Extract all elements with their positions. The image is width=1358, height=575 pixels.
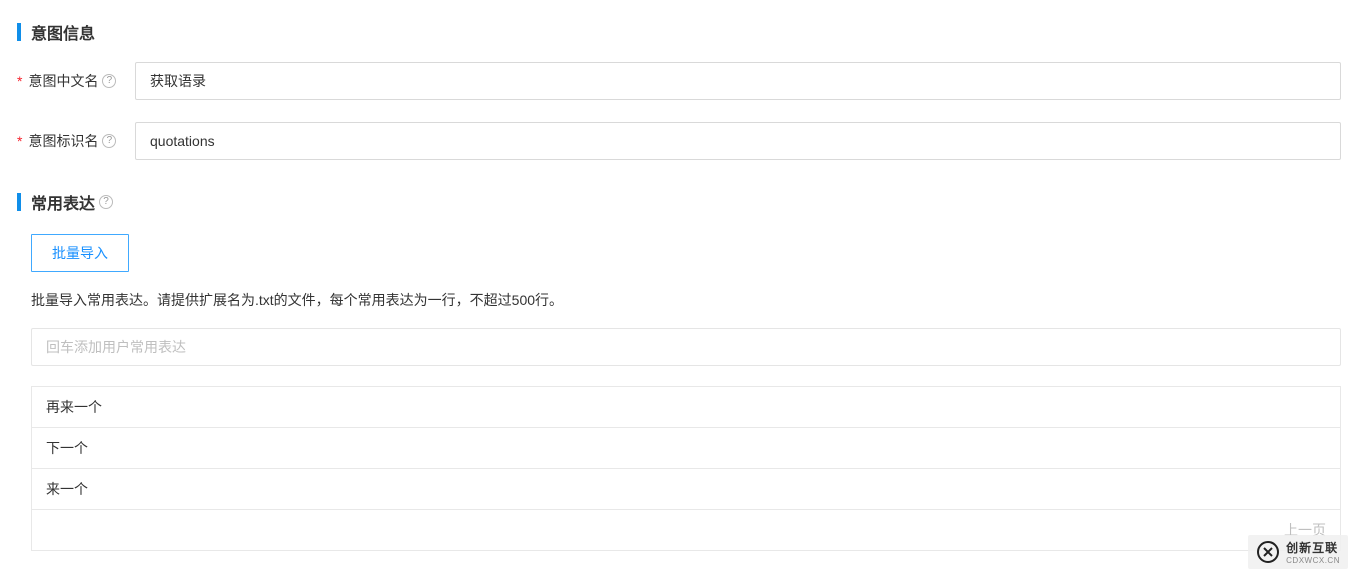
watermark-text-wrap: 创新互联 CDXWCX.CN [1286, 539, 1340, 565]
help-icon[interactable]: ? [102, 134, 116, 148]
section-accent-bar [17, 193, 21, 211]
input-intent-chinese-name[interactable] [135, 62, 1341, 100]
section-accent-bar [17, 23, 21, 41]
watermark-sub-text: CDXWCX.CN [1286, 556, 1340, 565]
list-item[interactable]: 下一个 [32, 428, 1340, 469]
form-label-identifier: 意图标识名 [28, 131, 98, 151]
batch-import-button[interactable]: 批量导入 [31, 234, 129, 272]
section-intent-info-header: 意图信息 [17, 20, 1341, 44]
watermark-main-text: 创新互联 [1286, 539, 1340, 556]
required-star-icon: * [17, 73, 22, 89]
form-label-identifier-wrap: * 意图标识名 ? [17, 131, 135, 151]
expression-list: 再来一个 下一个 来一个 上一页 [31, 386, 1341, 551]
required-star-icon: * [17, 133, 22, 149]
expression-text: 来一个 [46, 479, 88, 499]
list-item[interactable]: 来一个 [32, 469, 1340, 510]
help-icon[interactable]: ? [102, 74, 116, 88]
batch-import-hint: 批量导入常用表达。请提供扩展名为.txt的文件，每个常用表达为一行，不超过500… [31, 290, 1341, 310]
form-row-chinese-name: * 意图中文名 ? [17, 62, 1341, 100]
watermark: 创新互联 CDXWCX.CN [1248, 535, 1348, 569]
list-item[interactable]: 再来一个 [32, 387, 1340, 428]
expression-text: 再来一个 [46, 397, 102, 417]
help-icon[interactable]: ? [99, 195, 113, 209]
form-label-chinese-name-wrap: * 意图中文名 ? [17, 71, 135, 91]
section-expressions-header: 常用表达 ? [17, 190, 1341, 214]
input-intent-identifier[interactable] [135, 122, 1341, 160]
expression-input[interactable] [31, 328, 1341, 366]
section-expressions-title: 常用表达 [31, 190, 95, 214]
expression-text: 下一个 [46, 438, 88, 458]
pager-row: 上一页 [32, 510, 1340, 551]
section-intent-info-title: 意图信息 [31, 20, 95, 44]
form-label-chinese-name: 意图中文名 [28, 71, 98, 91]
form-row-identifier: * 意图标识名 ? [17, 122, 1341, 160]
watermark-logo-icon [1256, 540, 1280, 564]
